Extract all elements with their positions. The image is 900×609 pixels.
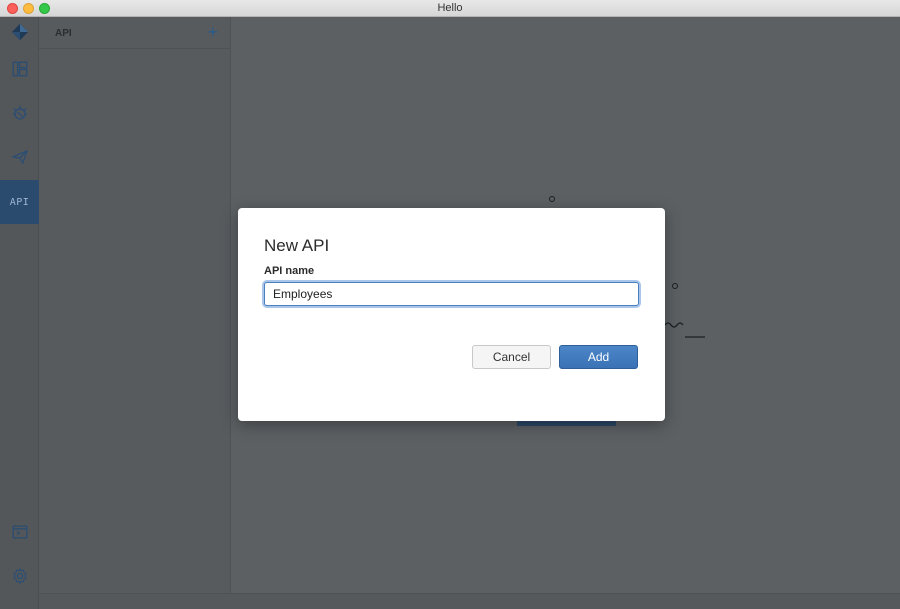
api-panel: API + <box>39 17 231 593</box>
api-icon: API <box>9 196 30 208</box>
add-button[interactable]: Add <box>559 345 638 369</box>
new-api-dialog: New API API name Cancel Add <box>238 208 665 421</box>
gear-icon <box>12 568 27 584</box>
send-icon <box>11 150 28 164</box>
sidebar-item-terminal[interactable] <box>0 510 39 554</box>
sidebar-item-dashboard[interactable] <box>0 47 39 91</box>
window-titlebar: Hello <box>0 0 900 17</box>
decorative-wave-icon <box>664 322 705 338</box>
status-bar <box>39 593 900 609</box>
sidebar-item-api[interactable]: API <box>0 180 39 224</box>
window-title: Hello <box>437 2 463 14</box>
sidebar-item-settings[interactable] <box>0 554 39 598</box>
dialog-title: New API <box>264 236 330 255</box>
api-name-label: API name <box>264 265 315 277</box>
api-name-input[interactable] <box>264 282 639 306</box>
bug-icon <box>12 105 27 120</box>
sidebar-item-debug[interactable] <box>0 91 39 135</box>
decorative-dot <box>672 283 678 289</box>
app-logo <box>0 17 39 47</box>
logo-icon <box>11 23 28 41</box>
decorative-dot <box>549 196 555 202</box>
sidebar-item-send[interactable] <box>0 135 39 179</box>
panel-header: API + <box>39 17 230 49</box>
terminal-icon <box>12 525 27 539</box>
dashboard-icon <box>12 61 27 77</box>
cancel-button[interactable]: Cancel <box>472 345 551 369</box>
panel-title: API <box>55 28 72 39</box>
sidebar-rail: API <box>0 17 39 609</box>
add-api-button[interactable]: + <box>207 23 218 41</box>
